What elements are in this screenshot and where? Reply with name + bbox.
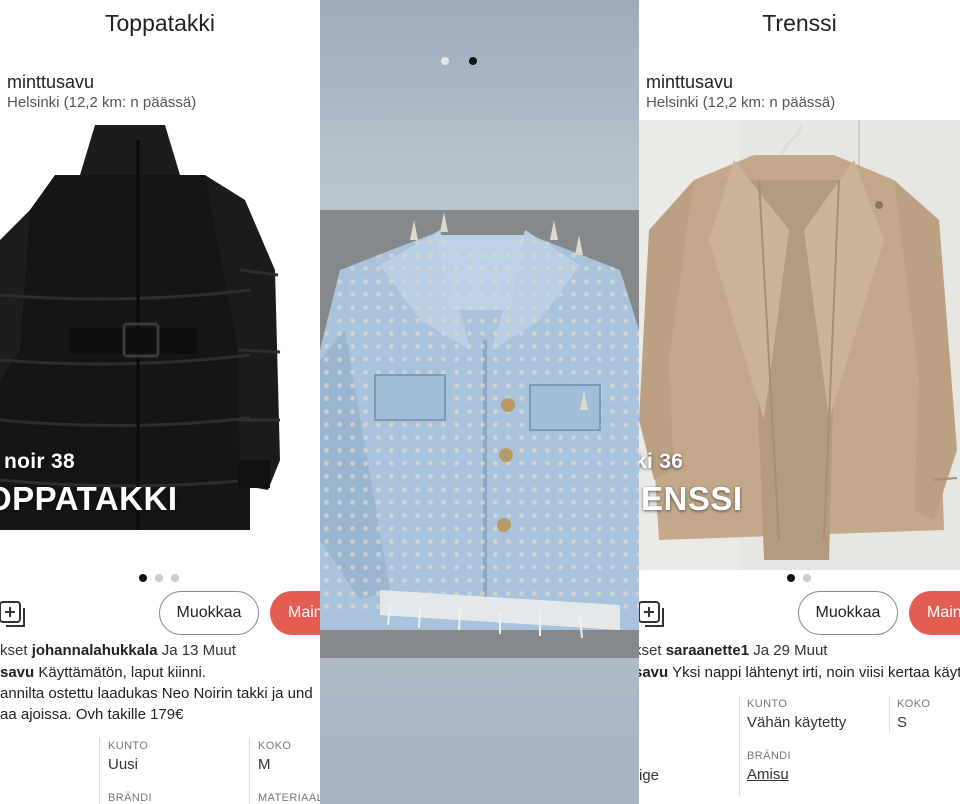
divider bbox=[889, 696, 890, 732]
spec-value: M bbox=[258, 756, 271, 773]
viewer-photo[interactable] bbox=[320, 210, 639, 658]
add-to-collection-icon[interactable] bbox=[639, 600, 667, 630]
spec-label: KUNTO bbox=[747, 698, 788, 710]
brand-link[interactable]: Amisu bbox=[747, 766, 791, 783]
carousel-dots bbox=[787, 574, 811, 582]
description-line: aa ajoissa. Ovh takille 179€ bbox=[0, 706, 184, 723]
promote-button[interactable]: Main bbox=[909, 591, 960, 635]
description-line: annilta ostettu laadukas Neo Noirin takk… bbox=[0, 685, 313, 702]
spec-size: KOKO M bbox=[258, 740, 291, 773]
carousel-dot[interactable] bbox=[139, 574, 147, 582]
listing-brand-size: ki 36 bbox=[639, 450, 684, 473]
likes-count[interactable]: Ja 13 Muut bbox=[162, 642, 236, 659]
spec-label: BRÄNDI bbox=[747, 750, 791, 762]
likes-count[interactable]: Ja 29 Muut bbox=[753, 642, 827, 659]
add-to-collection-icon[interactable] bbox=[0, 600, 28, 630]
likes-line: kset saraanette1 Ja 29 Muut bbox=[639, 642, 827, 659]
spec-brand: BRÄNDI Amisu bbox=[747, 750, 791, 783]
spec-condition: KUNTO Uusi bbox=[108, 740, 148, 773]
edit-button[interactable]: Muokkaa bbox=[159, 591, 259, 635]
spec-size: KOKO S bbox=[897, 698, 930, 731]
edit-button[interactable]: Muokkaa bbox=[798, 591, 898, 635]
liker-username[interactable]: johannalahukkala bbox=[32, 642, 158, 659]
listing-overlay-title: ENSSI bbox=[641, 480, 743, 517]
viewer-dot[interactable] bbox=[441, 57, 449, 65]
spec-value: S bbox=[897, 714, 908, 731]
description-line: Käyttämätön, laput kiinni. bbox=[38, 664, 206, 681]
listing-panel-left: Toppatakki minttusavu Helsinki (12,2 km:… bbox=[0, 0, 320, 804]
studded-denim-jacket-image bbox=[320, 210, 639, 658]
seller-name[interactable]: minttusavu bbox=[646, 72, 733, 93]
spec-brand: BRÄNDI bbox=[108, 792, 152, 804]
spec-value: Vähän käytetty bbox=[747, 714, 847, 731]
page-title: Toppatakki bbox=[105, 10, 215, 36]
seller-location: Helsinki (12,2 km: n päässä) bbox=[7, 94, 197, 111]
description: savu Käyttämätön, laput kiinni. annilta … bbox=[0, 662, 313, 725]
viewer-dot[interactable] bbox=[469, 57, 477, 65]
listing-brand-size: noir 38 bbox=[4, 450, 75, 473]
spec-label: MATERIAAL bbox=[258, 792, 320, 804]
spec-label: KUNTO bbox=[108, 740, 149, 752]
promote-button[interactable]: Main bbox=[270, 591, 320, 635]
carousel-dot[interactable] bbox=[155, 574, 163, 582]
likes-prefix: kset bbox=[639, 642, 662, 659]
carousel-dot[interactable] bbox=[787, 574, 795, 582]
listing-overlay-title: OPPATAKKI bbox=[0, 480, 178, 517]
seller-name[interactable]: minttusavu bbox=[7, 72, 94, 93]
spec-label: KOKO bbox=[258, 740, 292, 752]
description-user[interactable]: savu bbox=[639, 664, 668, 681]
spec-value: Uusi bbox=[108, 756, 139, 773]
seller-location: Helsinki (12,2 km: n päässä) bbox=[646, 94, 836, 111]
listing-panel-right: Trenssi minttusavu Helsinki (12,2 km: n … bbox=[639, 0, 960, 804]
page-title: Trenssi bbox=[762, 10, 837, 36]
description-user[interactable]: savu bbox=[0, 664, 34, 681]
divider bbox=[739, 696, 740, 796]
spec-partial-value: ige bbox=[639, 767, 660, 784]
photo-viewer[interactable] bbox=[320, 0, 639, 804]
spec-material: MATERIAAL bbox=[258, 792, 320, 804]
viewer-dots bbox=[441, 57, 477, 65]
spec-condition: KUNTO Vähän käytetty bbox=[747, 698, 846, 731]
divider bbox=[249, 738, 250, 804]
description: savu Yksi nappi lähtenyt irti, noin viis… bbox=[639, 662, 960, 683]
carousel-dots bbox=[139, 574, 179, 582]
liker-username[interactable]: saraanette1 bbox=[666, 642, 749, 659]
carousel-dot[interactable] bbox=[171, 574, 179, 582]
divider bbox=[99, 738, 100, 804]
carousel-dot[interactable] bbox=[803, 574, 811, 582]
likes-line: kset johannalahukkala Ja 13 Muut bbox=[0, 642, 236, 659]
spec-label: BRÄNDI bbox=[108, 792, 152, 804]
spec-label: KOKO bbox=[897, 698, 931, 710]
description-line: Yksi nappi lähtenyt irti, noin viisi ker… bbox=[672, 664, 960, 681]
likes-prefix: kset bbox=[0, 642, 28, 659]
